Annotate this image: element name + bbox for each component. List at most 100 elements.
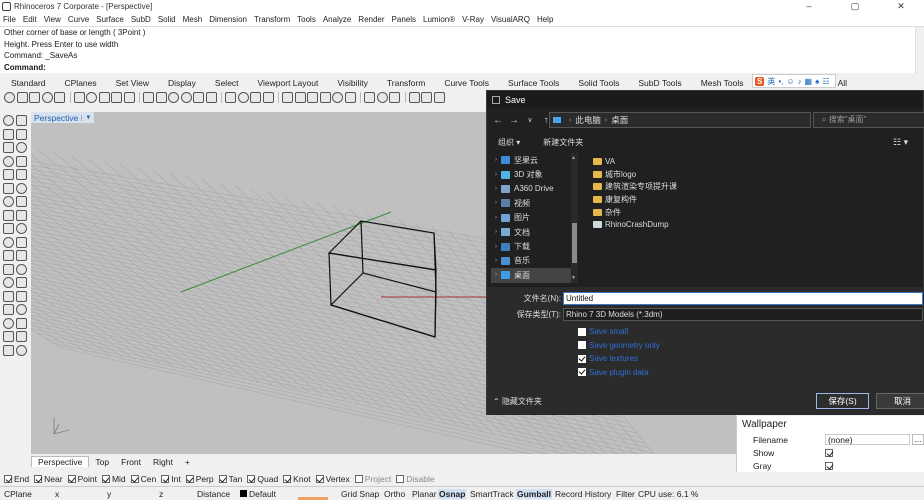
filetype-select[interactable]: Rhino 7 3D Models (*.3dm): [563, 308, 923, 321]
tool-button-icon[interactable]: [332, 91, 343, 103]
tool-palette-icon[interactable]: [3, 263, 14, 275]
tool-palette-icon[interactable]: [3, 290, 14, 302]
tool-button-icon[interactable]: [54, 91, 65, 103]
osnap-vertex[interactable]: Vertex: [315, 474, 350, 484]
tree-item-8[interactable]: › 音乐: [491, 254, 577, 268]
tree-item-1[interactable]: › 坚果云: [491, 153, 577, 167]
chevron-right-icon[interactable]: ›: [491, 186, 501, 192]
tool-palette-icon[interactable]: [16, 196, 27, 207]
tool-button-icon[interactable]: [262, 91, 274, 103]
toolbar-tab-viewport-layout[interactable]: Viewport Layout: [258, 78, 319, 88]
tool-palette-icon[interactable]: [3, 317, 14, 329]
tool-button-icon[interactable]: [41, 91, 53, 103]
breadcrumb-desktop[interactable]: 桌面: [611, 114, 628, 126]
filename-input[interactable]: Untitled: [563, 292, 923, 305]
tool-button-icon[interactable]: [168, 91, 179, 103]
tool-palette-icon[interactable]: [3, 236, 14, 248]
back-arrow-icon[interactable]: ←: [490, 115, 506, 126]
tool-palette-icon[interactable]: [3, 277, 14, 288]
filter-button[interactable]: Filter: [616, 489, 635, 499]
add-viewport-tab-button[interactable]: +: [179, 457, 196, 467]
toolbar-tab-surface-tools[interactable]: Surface Tools: [508, 78, 559, 88]
tool-palette-icon[interactable]: [16, 128, 27, 140]
tool-palette-icon[interactable]: [3, 155, 14, 167]
layer-color-swatch[interactable]: [240, 490, 247, 497]
osnap-checkbox[interactable]: [130, 474, 139, 483]
tree-scrollbar-thumb[interactable]: [572, 223, 577, 263]
osnap-checkbox[interactable]: [101, 474, 110, 483]
filename-value[interactable]: (none): [825, 434, 910, 445]
tool-button-icon[interactable]: [29, 91, 40, 103]
save-option-checkbox[interactable]: [578, 327, 586, 336]
tool-button-icon[interactable]: [344, 91, 356, 103]
tool-button-icon[interactable]: [205, 91, 217, 103]
file-item[interactable]: VA: [593, 155, 793, 168]
tool-button-icon[interactable]: [193, 91, 204, 103]
tool-palette-icon[interactable]: [16, 115, 27, 126]
osnap-point[interactable]: Point: [67, 474, 97, 484]
toolbar-tab-cplanes[interactable]: CPlanes: [65, 78, 97, 88]
tool-button-icon[interactable]: [282, 91, 293, 103]
file-item[interactable]: 杂件: [593, 206, 793, 219]
breadcrumb-this-pc[interactable]: 此电脑: [575, 114, 601, 126]
tool-button-icon[interactable]: [319, 91, 331, 103]
osnap-checkbox[interactable]: [315, 474, 324, 483]
tool-palette-icon[interactable]: [3, 209, 14, 221]
tool-palette-icon[interactable]: [16, 155, 27, 167]
tool-palette-icon[interactable]: [3, 223, 14, 234]
chevron-right-icon[interactable]: ›: [491, 258, 501, 264]
menu-item-render[interactable]: Render: [358, 15, 384, 24]
tab-top[interactable]: Top: [89, 457, 115, 467]
menu-item-mesh[interactable]: Mesh: [183, 15, 203, 24]
toolbar-tab-visibility[interactable]: Visibility: [337, 78, 368, 88]
save-option-save-plugin-data[interactable]: Save plugin data: [578, 368, 649, 377]
tool-palette-icon[interactable]: [3, 196, 14, 207]
osnap-button[interactable]: Osnap: [438, 488, 467, 499]
osnap-disable[interactable]: Disable: [396, 474, 435, 484]
grid-snap-button[interactable]: Grid Snap: [341, 489, 379, 499]
menu-item-visualarq[interactable]: VisualARQ: [491, 15, 530, 24]
file-item[interactable]: 康复构件: [593, 193, 793, 206]
file-item[interactable]: RhinoCrashDump: [593, 218, 793, 231]
chevron-right-icon[interactable]: ›: [491, 172, 501, 178]
save-option-save-textures[interactable]: Save textures: [578, 354, 638, 363]
save-option-checkbox[interactable]: [578, 368, 586, 376]
tool-palette-icon[interactable]: [16, 344, 27, 356]
toolbar-tab-subd-tools[interactable]: SubD Tools: [638, 78, 681, 88]
toolbar-tab-curve-tools[interactable]: Curve Tools: [444, 78, 489, 88]
layer-button[interactable]: Default: [249, 489, 276, 499]
toolbar-tab-standard[interactable]: Standard: [11, 78, 46, 88]
toolbar-tab-select[interactable]: Select: [215, 78, 239, 88]
tool-button-icon[interactable]: [433, 91, 445, 103]
tool-palette-icon[interactable]: [3, 128, 14, 140]
toolbar-tab-solid-tools[interactable]: Solid Tools: [578, 78, 619, 88]
menu-item-solid[interactable]: Solid: [158, 15, 176, 24]
osnap-checkbox[interactable]: [67, 474, 76, 483]
tool-palette-icon[interactable]: [16, 317, 27, 329]
toolbar-tab-set-view[interactable]: Set View: [116, 78, 149, 88]
tool-palette-icon[interactable]: [16, 223, 27, 234]
tool-palette-icon[interactable]: [3, 142, 14, 153]
menu-item-help[interactable]: Help: [537, 15, 553, 24]
tab-front[interactable]: Front: [115, 457, 147, 467]
toolbar-tab-transform[interactable]: Transform: [387, 78, 425, 88]
osnap-checkbox[interactable]: [396, 474, 405, 483]
browse-button[interactable]: ...: [912, 434, 924, 445]
osnap-quad[interactable]: Quad: [247, 474, 278, 484]
tool-button-icon[interactable]: [4, 91, 15, 103]
menu-item-panels[interactable]: Panels: [392, 15, 416, 24]
ime-emoji-icon[interactable]: ☺: [786, 77, 794, 86]
menu-item-v-ray[interactable]: V-Ray: [462, 15, 484, 24]
record-history-button[interactable]: Record History: [555, 489, 611, 499]
menu-item-tools[interactable]: Tools: [297, 15, 316, 24]
osnap-checkbox[interactable]: [161, 474, 170, 483]
osnap-end[interactable]: End: [4, 474, 29, 484]
tool-button-icon[interactable]: [408, 91, 420, 103]
ime-mic-icon[interactable]: ♪: [798, 77, 802, 86]
ortho-button[interactable]: Ortho: [384, 489, 405, 499]
save-option-save-geometry-only[interactable]: Save geometry only: [578, 341, 660, 350]
toolbar-tab-mesh-tools[interactable]: Mesh Tools: [701, 78, 744, 88]
osnap-checkbox[interactable]: [354, 474, 363, 483]
chevron-right-icon[interactable]: ›: [491, 272, 501, 278]
tool-palette-icon[interactable]: [16, 277, 27, 288]
